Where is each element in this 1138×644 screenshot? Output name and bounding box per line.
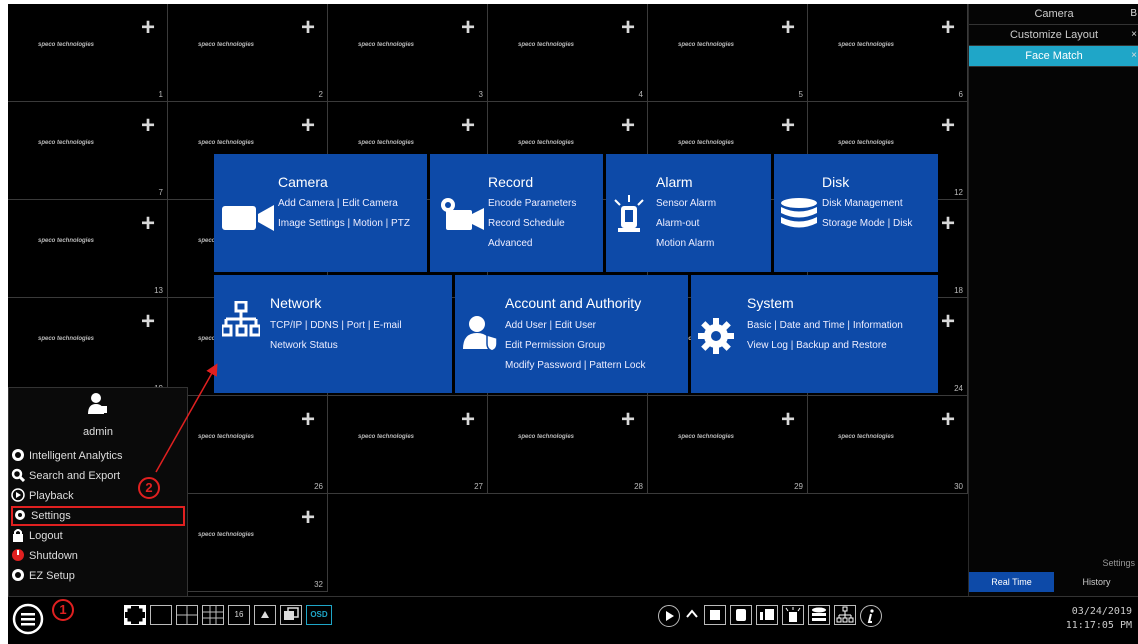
layout-9-button[interactable] xyxy=(202,605,224,625)
layout-1-button[interactable] xyxy=(150,605,172,625)
play-icon xyxy=(666,611,674,621)
grid-9-icon xyxy=(203,606,223,624)
disk-status-button[interactable] xyxy=(808,605,830,625)
fullscreen-icon xyxy=(124,605,146,625)
layout-custom-button[interactable] xyxy=(254,605,276,625)
nvr-screen: speco technologies +1 speco technologies +2… xyxy=(8,4,1138,644)
fullscreen-button[interactable] xyxy=(124,605,146,625)
playback-button[interactable] xyxy=(658,605,680,627)
clock-date: 03/24/2019 xyxy=(1071,606,1132,617)
layout-4-button[interactable] xyxy=(176,605,198,625)
expand-up-button[interactable] xyxy=(684,605,700,625)
info-list-button[interactable] xyxy=(756,605,778,625)
annotation-badge-1: 1 xyxy=(52,599,74,621)
chevron-up-icon xyxy=(686,609,698,618)
snapshot-button[interactable] xyxy=(704,605,726,625)
start-menu-button[interactable] xyxy=(12,603,44,635)
network-status-button[interactable] xyxy=(834,605,856,625)
annotation-arrow xyxy=(155,363,218,473)
alarm-siren-icon xyxy=(785,607,801,622)
grid-4-icon xyxy=(177,606,197,624)
chip-icon xyxy=(710,610,720,620)
alarm-status-button[interactable] xyxy=(782,605,804,625)
network-topology-icon xyxy=(836,606,854,623)
clock-time: 11:17:05 PM xyxy=(1065,620,1132,631)
record-status-button[interactable] xyxy=(730,605,752,625)
information-button[interactable] xyxy=(860,605,882,627)
info-icon xyxy=(867,609,874,623)
layout-custom-icon xyxy=(261,611,269,618)
osd-button[interactable]: OSD xyxy=(306,605,332,625)
annotation-badge-2: 2 xyxy=(138,477,160,499)
layout-16-button[interactable]: 16 xyxy=(228,605,250,625)
taskbar: 1 16 OSD 03/24/2019 11:17:05 PM xyxy=(8,596,1138,644)
list-icon xyxy=(760,609,774,620)
sequence-button[interactable] xyxy=(280,605,302,625)
windows-stack-icon xyxy=(284,607,299,620)
clock: 03/24/2019 11:17:05 PM xyxy=(1066,605,1132,633)
disk-stack-icon xyxy=(812,607,826,621)
record-icon xyxy=(736,609,746,621)
